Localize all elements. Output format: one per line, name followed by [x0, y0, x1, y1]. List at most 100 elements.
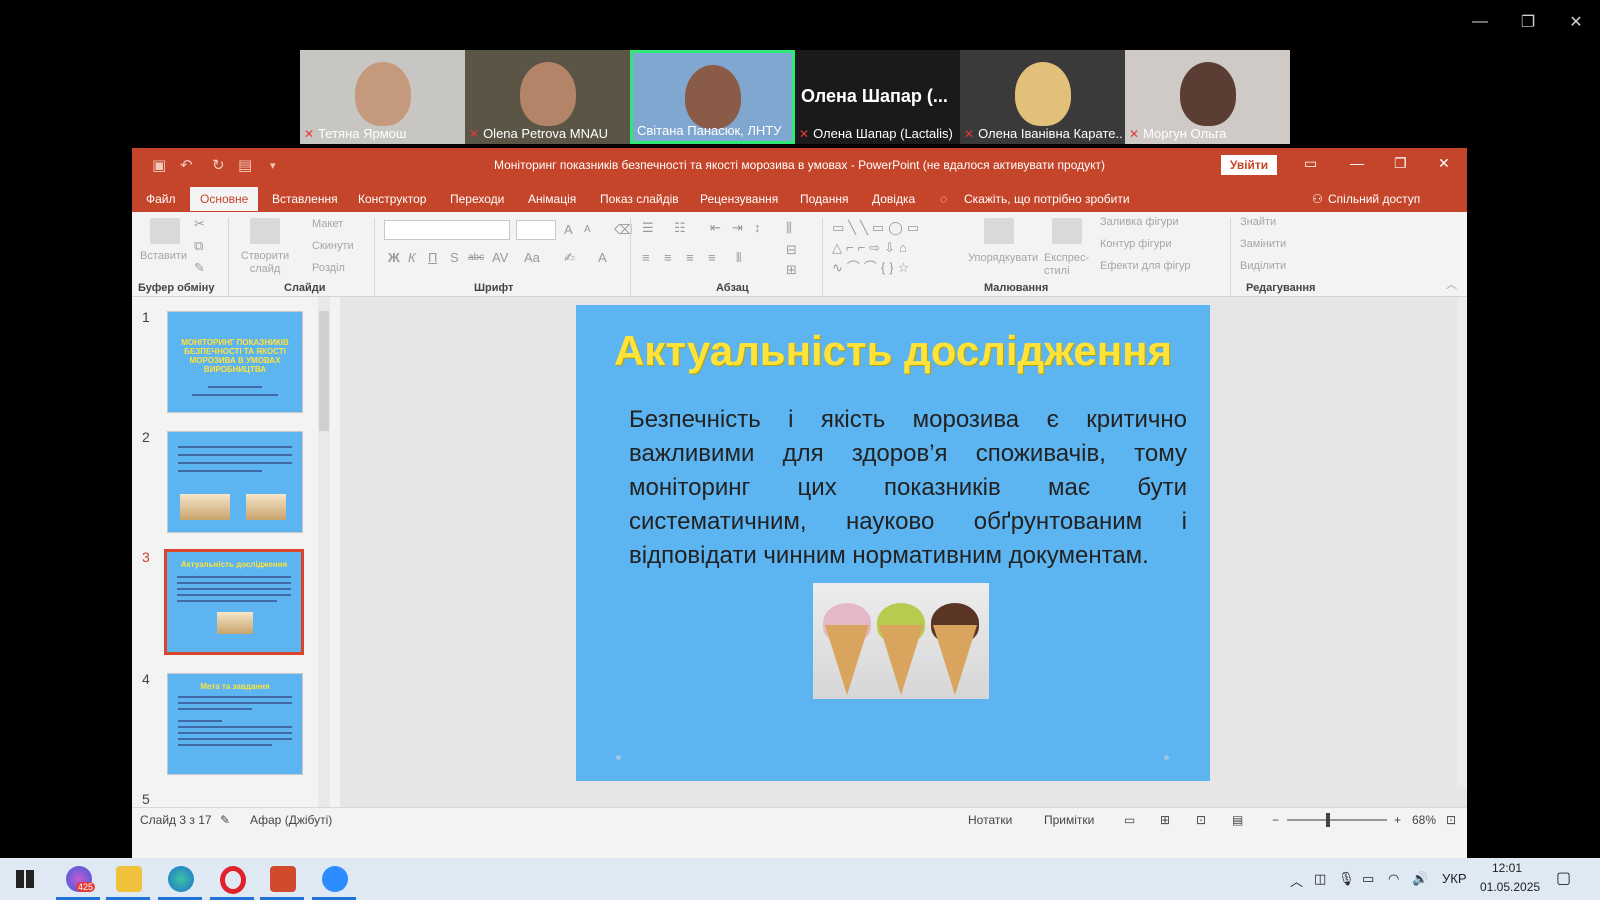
select-button[interactable]: Виділити — [1240, 260, 1286, 272]
reading-view-icon[interactable]: ⊡ — [1196, 813, 1206, 827]
edge-icon[interactable] — [168, 866, 194, 892]
collapse-ribbon-icon[interactable]: ︿ — [1446, 276, 1457, 292]
slide-sorter-icon[interactable]: ⊞ — [1160, 813, 1170, 827]
zoom-close-button[interactable]: ✕ — [1556, 8, 1596, 36]
zoom-slider-thumb[interactable] — [1326, 813, 1330, 827]
slideshow-view-icon[interactable]: ▤ — [1232, 813, 1243, 827]
columns-icon[interactable]: ⫴ — [736, 250, 741, 266]
increase-indent-icon[interactable]: ⇥ — [732, 220, 743, 236]
windows-start-icon[interactable] — [16, 870, 34, 888]
slide-thumbnail-1[interactable]: МОНІТОРИНГ ПОКАЗНИКІВ БЕЗПЕЧНОСТІ ТА ЯКО… — [167, 311, 303, 413]
cut-icon[interactable]: ✂ — [194, 216, 205, 232]
font-color-icon[interactable]: A — [598, 250, 607, 265]
thumbnails-scrollbar[interactable] — [318, 297, 330, 807]
file-explorer-icon[interactable] — [116, 866, 142, 892]
ppt-restore-button[interactable]: ❐ — [1394, 155, 1407, 172]
tray-overflow-icon[interactable]: ︿ — [1290, 871, 1303, 890]
current-slide[interactable]: Актуальність дослідження Безпечність і я… — [576, 305, 1210, 781]
smartart-icon[interactable]: ⊞ — [786, 262, 797, 278]
microphone-icon[interactable]: 🎙 — [1338, 871, 1355, 887]
tab-insert[interactable]: Вставлення — [272, 192, 338, 206]
slide-thumbnail-4[interactable]: Мета та завдання — [167, 673, 303, 775]
clock-date[interactable]: 01.05.2025 — [1480, 880, 1540, 894]
tab-file[interactable]: Файл — [146, 192, 176, 206]
tell-me-search[interactable]: Скажіть, що потрібно зробити — [964, 192, 1130, 206]
tab-home[interactable]: Основне — [190, 187, 259, 211]
new-slide-icon[interactable] — [250, 218, 280, 244]
tab-slideshow[interactable]: Показ слайдів — [600, 192, 679, 206]
opera-icon[interactable] — [220, 866, 246, 894]
participant-tile[interactable]: ✕ Тетяна Ярмош — [300, 50, 465, 144]
zoom-restore-button[interactable]: ❐ — [1508, 8, 1548, 36]
underline-button[interactable]: П — [428, 250, 437, 265]
ribbon-display-options-icon[interactable]: ▭ — [1304, 155, 1317, 172]
comments-button[interactable]: Примітки — [1044, 813, 1094, 827]
wifi-icon[interactable]: ◠ — [1388, 871, 1399, 887]
char-spacing-button[interactable]: AV — [492, 250, 508, 265]
participant-tile[interactable]: ✕ Olena Petrova MNAU — [465, 50, 630, 144]
tab-design[interactable]: Конструктор — [358, 192, 426, 206]
line-spacing-icon[interactable]: ↕ — [754, 220, 761, 235]
replace-button[interactable]: Замінити — [1240, 238, 1286, 250]
notifications-icon[interactable]: ▢ — [1556, 868, 1571, 888]
shape-effects-button[interactable]: Ефекти для фігур — [1100, 260, 1191, 272]
zoom-in-icon[interactable]: + — [1394, 813, 1401, 827]
bold-button[interactable]: Ж — [388, 250, 400, 265]
align-left-icon[interactable]: ≡ — [642, 250, 650, 265]
slide-body-text[interactable]: Безпечність і якість морозива є критично… — [629, 403, 1187, 573]
paste-button-label[interactable]: Вставити — [140, 250, 187, 262]
participant-tile[interactable]: ✕ Моргун Ольга — [1125, 50, 1290, 144]
text-direction-icon[interactable]: ⫼ — [786, 220, 792, 236]
change-case-button[interactable]: Aa — [524, 250, 540, 265]
find-button[interactable]: Знайти — [1240, 216, 1276, 228]
meeting-icon[interactable]: ◫ — [1314, 871, 1326, 887]
editor-scrollbar[interactable] — [1457, 297, 1467, 787]
input-language[interactable]: УКР — [1442, 871, 1467, 886]
tab-transitions[interactable]: Переходи — [450, 192, 504, 206]
tab-help[interactable]: Довідка — [872, 192, 915, 206]
notes-button[interactable]: Нотатки — [968, 813, 1012, 827]
decrease-indent-icon[interactable]: ⇤ — [710, 220, 721, 236]
highlight-icon[interactable]: ✍ — [564, 250, 575, 266]
tab-view[interactable]: Подання — [800, 192, 848, 206]
shadow-button[interactable]: S — [450, 250, 459, 265]
zoom-level[interactable]: 68% — [1412, 813, 1436, 827]
ppt-minimize-button[interactable]: — — [1350, 155, 1364, 171]
decrease-font-icon[interactable]: A — [584, 224, 591, 235]
slide-title[interactable]: Актуальність дослідження — [576, 327, 1210, 375]
bullets-icon[interactable]: ☰ — [642, 220, 654, 236]
font-size-box[interactable] — [516, 220, 556, 240]
volume-icon[interactable]: 🔊 — [1412, 871, 1428, 887]
participant-tile-active-speaker[interactable]: Світана Панасюк, ЛНТУ — [630, 50, 795, 144]
participant-tile[interactable]: ✕ Олена Іванівна Карате... — [960, 50, 1125, 144]
tab-review[interactable]: Рецензування — [700, 192, 778, 206]
increase-font-icon[interactable]: A — [564, 222, 573, 237]
participant-tile[interactable]: Олена Шапар (... ✕ Олена Шапар (Lactalis) — [795, 50, 960, 144]
quick-styles-icon[interactable] — [1052, 218, 1082, 244]
powerpoint-icon[interactable] — [270, 866, 296, 892]
shape-outline-button[interactable]: Контур фігури — [1100, 238, 1171, 250]
font-name-box[interactable] — [384, 220, 510, 240]
battery-icon[interactable]: ▭ — [1362, 871, 1374, 887]
copy-icon[interactable]: ⧉ — [194, 238, 203, 254]
section-button[interactable]: Розділ — [312, 262, 345, 274]
slide-thumbnail-3-selected[interactable]: Актуальність дослідження — [164, 549, 304, 655]
fit-to-window-icon[interactable]: ⊡ — [1446, 813, 1456, 827]
ice-cream-image[interactable] — [813, 583, 989, 699]
align-center-icon[interactable]: ≡ — [664, 250, 672, 265]
arrange-icon[interactable] — [984, 218, 1014, 244]
italic-button[interactable]: К — [408, 250, 416, 265]
numbering-icon[interactable]: ☷ — [674, 220, 686, 236]
arrange-button[interactable]: Упорядкувати — [968, 252, 1038, 264]
thumbnails-scroll-thumb[interactable] — [319, 311, 329, 431]
share-button[interactable]: Спільний доступ — [1328, 192, 1420, 206]
spellcheck-icon[interactable]: ✎ — [220, 813, 230, 827]
ppt-close-button[interactable]: ✕ — [1438, 155, 1450, 172]
zoom-app-icon[interactable] — [322, 866, 348, 892]
zoom-out-icon[interactable]: − — [1272, 813, 1279, 827]
strikethrough-button[interactable]: abc — [468, 252, 484, 263]
tab-animations[interactable]: Анімація — [528, 192, 576, 206]
language-indicator[interactable]: Афар (Джібуті) — [250, 813, 332, 827]
paste-icon[interactable] — [150, 218, 180, 244]
align-right-icon[interactable]: ≡ — [686, 250, 694, 265]
